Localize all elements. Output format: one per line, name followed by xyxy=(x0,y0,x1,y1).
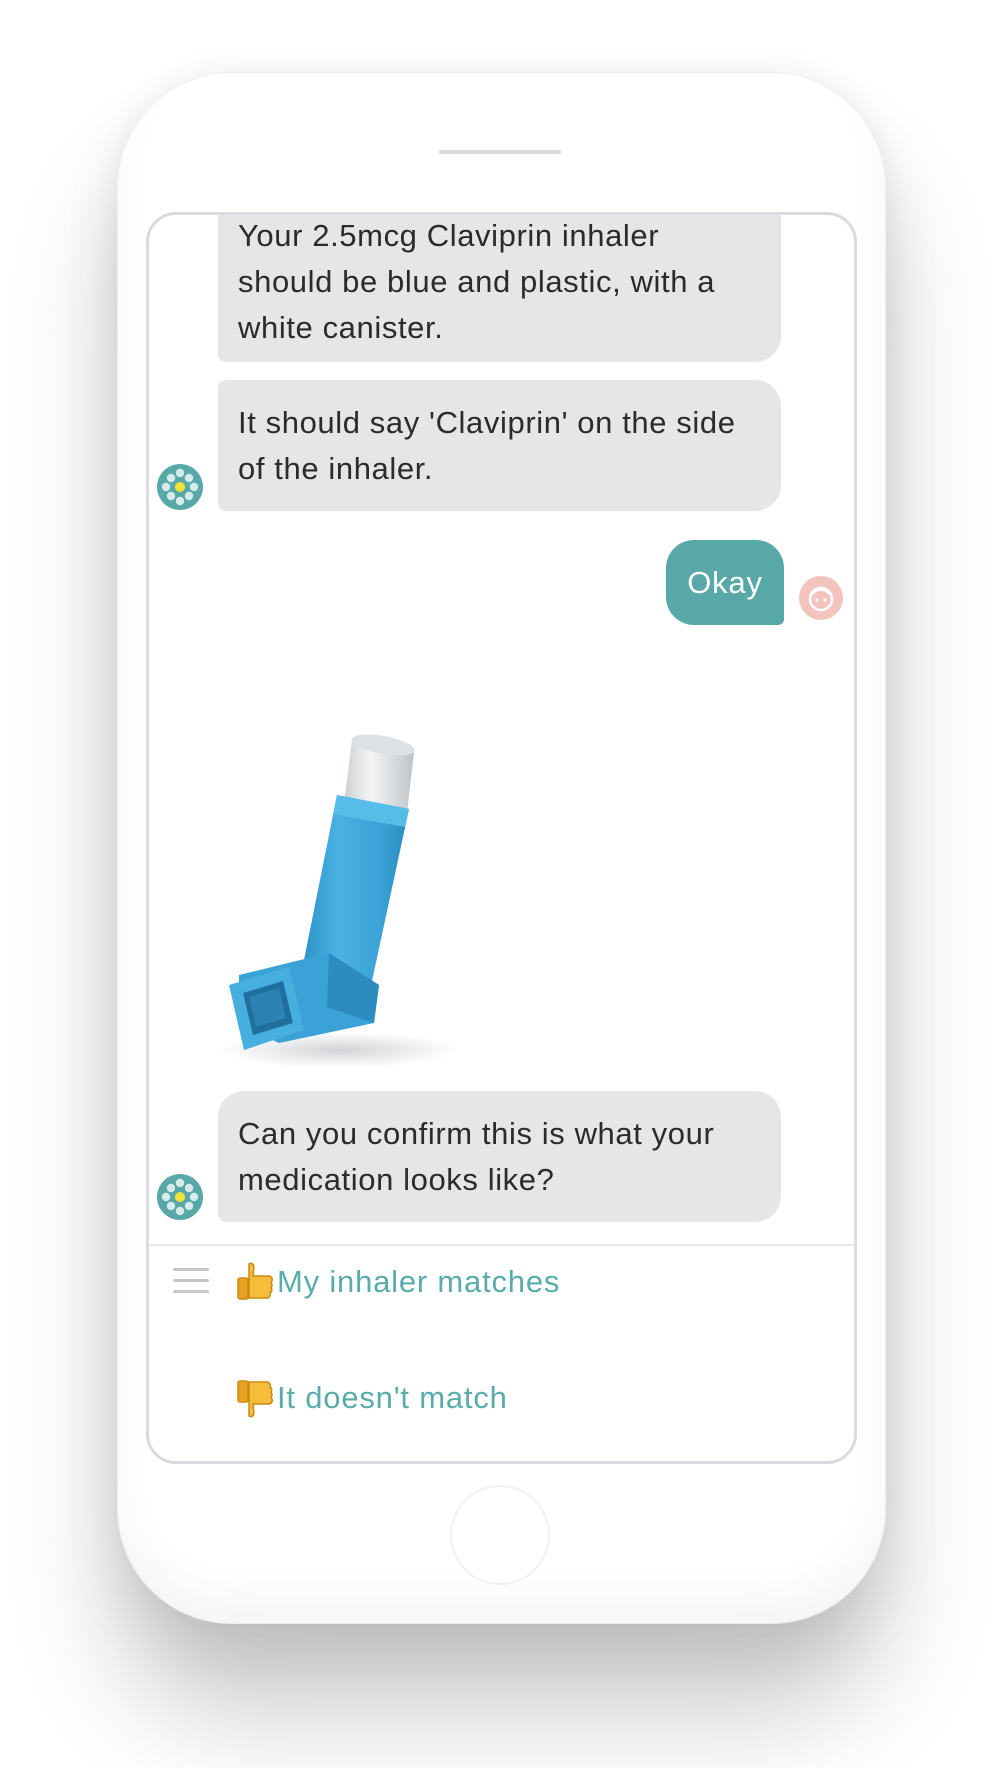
bot-message-2: It should say 'Claviprin' on the side of… xyxy=(218,380,781,511)
user-avatar-icon xyxy=(799,576,843,620)
user-message-okay: Okay xyxy=(666,540,784,625)
thumbs-down-icon xyxy=(237,1380,273,1418)
mockup-stage: Your 2.5mcg Claviprin inhaler should be … xyxy=(0,0,1000,1768)
quick-reply-label: My inhaler matches xyxy=(277,1264,561,1299)
composer-divider xyxy=(149,1244,854,1246)
menu-icon[interactable] xyxy=(173,1267,209,1295)
home-button[interactable] xyxy=(450,1485,550,1585)
chat-screen: Your 2.5mcg Claviprin inhaler should be … xyxy=(146,212,857,1464)
quick-reply-label: It doesn't match xyxy=(277,1380,508,1415)
quick-reply-matches[interactable]: My inhaler matches xyxy=(235,1257,560,1307)
thumbs-up-icon xyxy=(237,1262,273,1300)
bot-message-3: Can you confirm this is what your medica… xyxy=(218,1091,781,1222)
bot-avatar-icon xyxy=(157,1174,203,1220)
quick-reply-no-match[interactable]: It doesn't match xyxy=(235,1373,508,1423)
bot-message-1: Your 2.5mcg Claviprin inhaler should be … xyxy=(218,215,781,362)
phone-speaker xyxy=(439,150,561,154)
inhaler-photo xyxy=(219,734,459,1068)
bot-avatar-icon xyxy=(157,464,203,510)
